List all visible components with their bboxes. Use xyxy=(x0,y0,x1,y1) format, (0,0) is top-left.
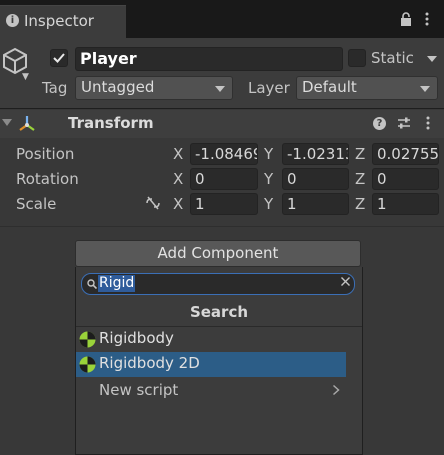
tag-dropdown[interactable]: Untagged xyxy=(75,76,233,100)
transform-axes-icon xyxy=(19,116,35,131)
divider xyxy=(0,226,444,227)
static-label: Static xyxy=(371,49,414,67)
axis-x-label[interactable]: X xyxy=(173,170,183,188)
axis-z-label[interactable]: Z xyxy=(355,195,365,213)
foldout-arrow-icon[interactable] xyxy=(2,119,12,126)
axis-z-label[interactable]: Z xyxy=(355,170,365,188)
checkmark-icon xyxy=(53,53,65,63)
search-results-title: Search xyxy=(189,303,249,321)
rotation-y-field[interactable]: 0 xyxy=(282,168,349,190)
tab-inspector[interactable]: i Inspector xyxy=(0,5,126,38)
result-label: Rigidbody xyxy=(99,329,174,347)
scale-z-field[interactable]: 1 xyxy=(372,193,439,215)
rotation-z-field[interactable]: 0 xyxy=(372,168,439,190)
add-component-button[interactable]: Add Component xyxy=(75,240,361,267)
rigidbody-icon xyxy=(79,331,96,348)
chevron-right-icon xyxy=(332,384,340,396)
scale-label: Scale xyxy=(16,195,57,213)
kebab-menu-icon[interactable] xyxy=(425,12,429,26)
new-script-item[interactable]: New script xyxy=(99,381,178,399)
presets-sliders-icon[interactable] xyxy=(397,116,411,130)
position-z-field[interactable]: 0.02755 xyxy=(372,143,439,165)
search-icon xyxy=(87,279,97,289)
layer-value: Default xyxy=(302,78,357,96)
axis-x-label[interactable]: X xyxy=(173,145,183,163)
axis-z-label[interactable]: Z xyxy=(355,145,365,163)
tab-label: Inspector xyxy=(24,12,94,30)
result-item-rigidbody[interactable]: Rigidbody xyxy=(76,327,346,352)
result-label: Rigidbody 2D xyxy=(99,354,200,372)
position-y-field[interactable]: -1.02313 xyxy=(282,143,349,165)
axis-y-label[interactable]: Y xyxy=(264,145,273,163)
unlinked-scale-icon[interactable] xyxy=(145,196,161,210)
lock-icon[interactable] xyxy=(399,12,413,26)
tag-label: Tag xyxy=(42,79,68,97)
info-icon: i xyxy=(6,14,19,27)
active-checkbox[interactable] xyxy=(50,49,68,67)
transform-title: Transform xyxy=(68,114,154,132)
layer-label: Layer xyxy=(248,79,290,97)
position-label: Position xyxy=(16,145,75,163)
chevron-down-icon xyxy=(215,86,225,92)
axis-x-label[interactable]: X xyxy=(173,195,183,213)
scale-y-field[interactable]: 1 xyxy=(282,193,349,215)
layer-dropdown[interactable]: Default xyxy=(296,76,438,100)
rotation-label: Rotation xyxy=(16,170,79,188)
icon-dropdown-arrow-icon[interactable]: ▼ xyxy=(22,72,29,82)
rigidbody-2d-icon xyxy=(79,356,96,373)
scale-x-field[interactable]: 1 xyxy=(190,193,258,215)
component-menu-icon[interactable] xyxy=(426,116,430,130)
axis-y-label[interactable]: Y xyxy=(264,170,273,188)
object-name-field[interactable]: Player xyxy=(75,47,343,71)
position-x-field[interactable]: -1.08469 xyxy=(190,143,258,165)
axis-y-label[interactable]: Y xyxy=(264,195,273,213)
static-dropdown-arrow-icon[interactable] xyxy=(424,49,440,67)
chevron-down-icon xyxy=(420,86,430,92)
divider xyxy=(0,108,444,109)
rotation-x-field[interactable]: 0 xyxy=(190,168,258,190)
help-icon[interactable]: ? xyxy=(373,117,386,130)
search-query-text[interactable]: Rigid xyxy=(98,275,136,292)
static-checkbox[interactable] xyxy=(348,49,366,67)
tag-value: Untagged xyxy=(81,78,155,96)
result-item-rigidbody-2d[interactable]: Rigidbody 2D xyxy=(76,352,346,377)
close-icon[interactable] xyxy=(340,276,351,287)
